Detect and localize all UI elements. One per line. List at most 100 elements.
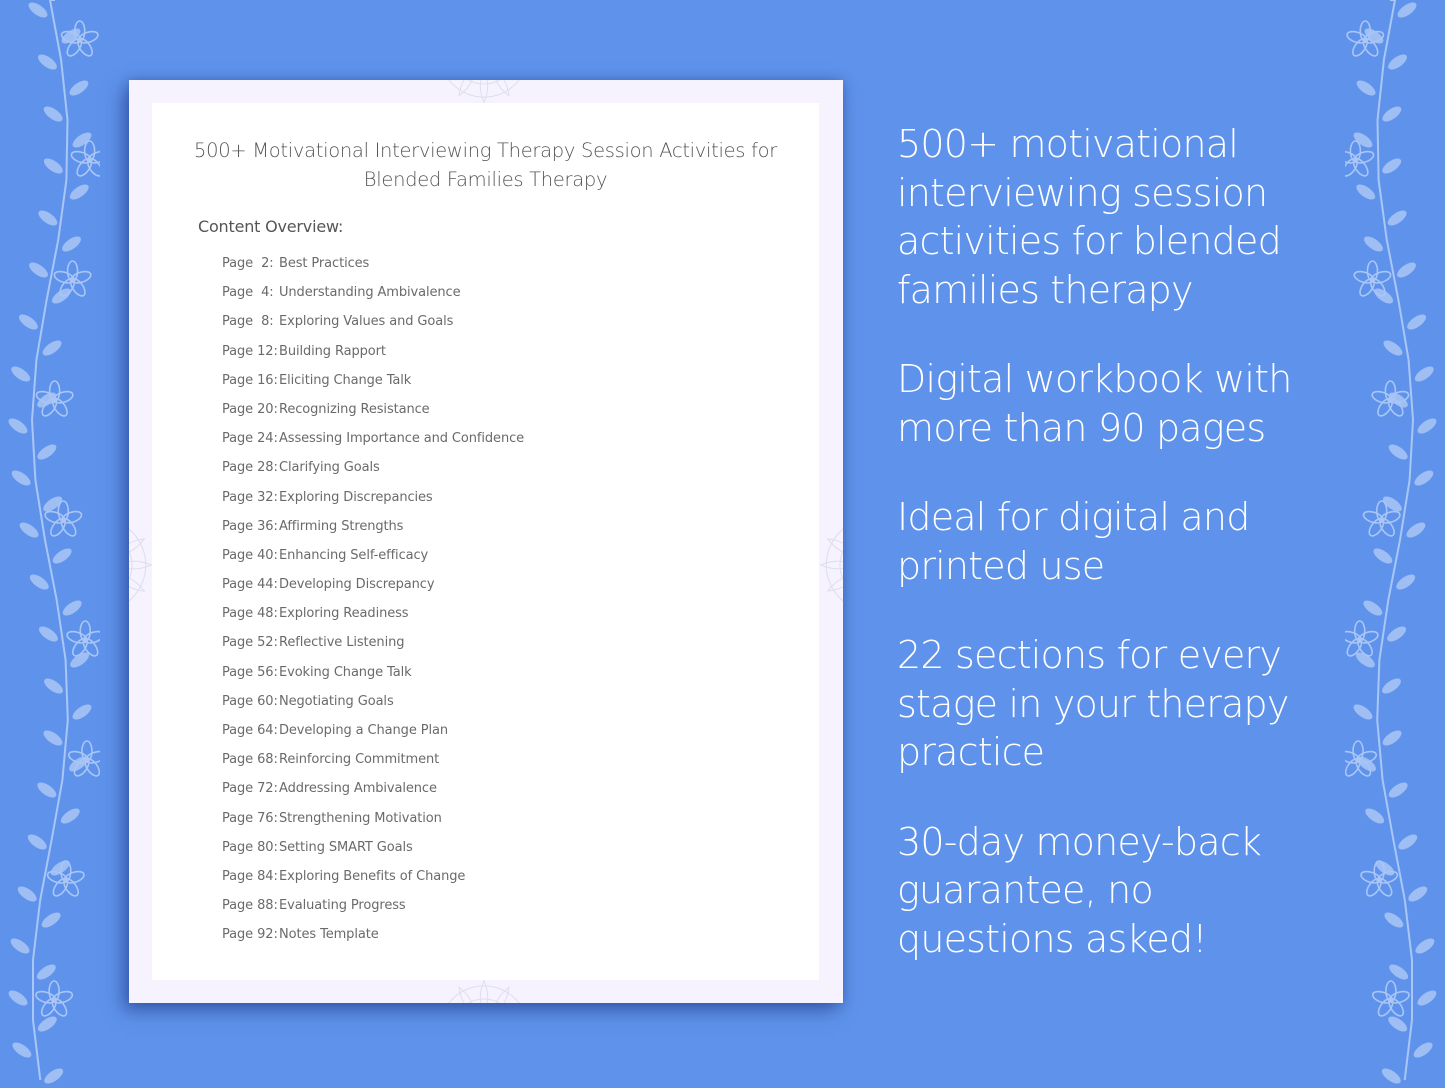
vine-leaf: [52, 548, 72, 564]
toc-item: Page 52:Reflective Listening: [222, 634, 524, 663]
toc-page-number: Page 48:: [222, 606, 278, 622]
vine-leaf: [43, 106, 63, 122]
feature-line: 500+ motivational: [897, 122, 1239, 166]
toc-page-number: Page 88:: [222, 898, 278, 914]
toc-page-number: Page 16:: [222, 372, 278, 388]
toc-item: Page 32:Exploring Discrepancies: [222, 489, 524, 518]
toc-item: Page 68:Reinforcing Commitment: [222, 751, 524, 780]
vine-flower: [66, 620, 105, 657]
vine-leaf: [37, 54, 57, 70]
table-of-contents: Page 2: Best Practices Page 4: Understandin…: [222, 255, 524, 956]
toc-page-number: Page 56:: [222, 664, 278, 680]
vine-leaf: [1388, 782, 1408, 798]
feature-line: more than 90 pages: [897, 405, 1266, 450]
toc-item: Page 20:Recognizing Resistance: [222, 401, 524, 430]
toc-item: Page 24:Assessing Importance and Confide…: [222, 430, 524, 459]
toc-section-title: Enhancing Self-efficacy: [279, 547, 429, 563]
vine-leaf: [1373, 548, 1393, 564]
vine-leaf: [1382, 678, 1401, 694]
vine-leaf: [29, 262, 48, 278]
toc-section-title: Evaluating Progress: [279, 898, 406, 914]
toc-item: Page 12:Building Rapport: [222, 343, 524, 372]
toc-section-title: Building Rapport: [279, 343, 386, 359]
vine-leaf: [1364, 236, 1383, 252]
vine-leaf: [1414, 470, 1434, 486]
toc-item: Page 84:Exploring Benefits of Change: [222, 868, 524, 897]
vine-leaf: [1417, 990, 1437, 1006]
feature-line: practice: [897, 730, 1045, 774]
vine-flower: [35, 980, 74, 1017]
content-overview-heading: Content Overview:: [198, 217, 344, 236]
vine-leaf: [44, 1068, 64, 1084]
toc-page-number: Page 44:: [222, 577, 278, 593]
vine-leaf: [1387, 210, 1407, 226]
floral-vine-right-icon: [1336, 0, 1445, 1084]
vine-leaf: [37, 1016, 57, 1032]
vine-leaf: [18, 314, 38, 330]
vine-flower: [1340, 620, 1379, 657]
toc-page-number: Page 40:: [222, 547, 278, 563]
mandala-left-icon: [129, 528, 153, 602]
vine-leaf: [1388, 1016, 1408, 1032]
toc-section-title: Exploring Values and Goals: [279, 314, 454, 330]
vine-leaf: [27, 834, 47, 850]
vine-leaf: [1365, 808, 1385, 824]
vine-leaf: [17, 886, 37, 902]
feature-line: Ideal for digital and: [897, 495, 1250, 539]
vine-flower: [60, 20, 99, 57]
vine-leaf: [60, 808, 80, 824]
vine-leaf: [1382, 106, 1402, 122]
feature-line: questions asked!: [897, 916, 1208, 961]
toc-item: Page 16:Eliciting Change Talk: [222, 372, 524, 401]
workbook-page-preview: 500+ Motivational Interviewing Therapy S…: [129, 80, 843, 1003]
toc-page-number: Page 60:: [222, 693, 278, 709]
feature-line: 22 sections for every: [897, 633, 1282, 677]
page-content-area: 500+ Motivational Interviewing Therapy S…: [152, 103, 819, 980]
toc-section-title: Clarifying Goals: [279, 460, 380, 476]
toc-item: Page 48:Exploring Readiness: [222, 605, 524, 634]
vine-leaf: [62, 600, 82, 616]
feature-line: families therapy: [897, 267, 1194, 312]
toc-item: Page 4: Understanding Ambivalence: [222, 284, 524, 313]
feature-item: 22 sections for every stage in your thera…: [897, 631, 1337, 777]
vine-leaf: [62, 236, 81, 252]
feature-item: 500+ motivational interviewing session act…: [897, 120, 1337, 314]
vine-leaf: [1363, 600, 1383, 616]
vine-leaf: [1388, 444, 1408, 460]
toc-page-number: Page 52:: [222, 635, 278, 651]
toc-item: Page 2: Best Practices: [222, 255, 524, 284]
vine-leaf: [41, 912, 61, 928]
toc-page-number: Page 36:: [222, 518, 278, 534]
vine-flower: [1339, 740, 1378, 777]
vine-leaf: [1353, 132, 1373, 148]
vine-leaf: [1406, 522, 1426, 538]
feature-line: interviewing session: [897, 170, 1268, 215]
vine-leaf: [29, 574, 49, 590]
vine-flower: [67, 740, 106, 777]
toc-page-number: Page 28:: [222, 460, 278, 476]
toc-item: Page 88:Evaluating Progress: [222, 897, 524, 926]
feature-line: guarantee, no: [897, 868, 1154, 912]
vine-leaf: [11, 470, 31, 486]
vine-leaf: [1387, 626, 1407, 642]
toc-section-title: Recognizing Resistance: [279, 401, 430, 417]
toc-section-title: Setting SMART Goals: [279, 839, 413, 855]
toc-section-title: Assessing Importance and Confidence: [279, 431, 525, 447]
vine-leaf: [1356, 184, 1376, 200]
vine-leaf: [1382, 730, 1402, 746]
vine-leaf: [69, 184, 89, 200]
vine-leaf: [8, 990, 28, 1006]
feature-line: Digital workbook with: [897, 357, 1292, 401]
floral-vine-left-icon: [0, 0, 109, 1084]
document-title-line-1: 500+ Motivational Interviewing Therapy S…: [194, 139, 777, 162]
feature-item: 30-day money-back guarantee, no questions …: [897, 818, 1337, 964]
vine-leaf: [1382, 158, 1402, 174]
toc-section-title: Reflective Listening: [279, 635, 405, 651]
vine-leaf: [1353, 704, 1373, 720]
feature-line: printed use: [897, 543, 1105, 588]
toc-item: Page 28:Clarifying Goals: [222, 459, 524, 488]
document-title: 500+ Motivational Interviewing Therapy S…: [152, 136, 819, 194]
toc-item: Page 72:Addressing Ambivalence: [222, 780, 524, 809]
toc-section-title: Notes Template: [279, 927, 379, 943]
vine-leaf: [1407, 314, 1427, 330]
